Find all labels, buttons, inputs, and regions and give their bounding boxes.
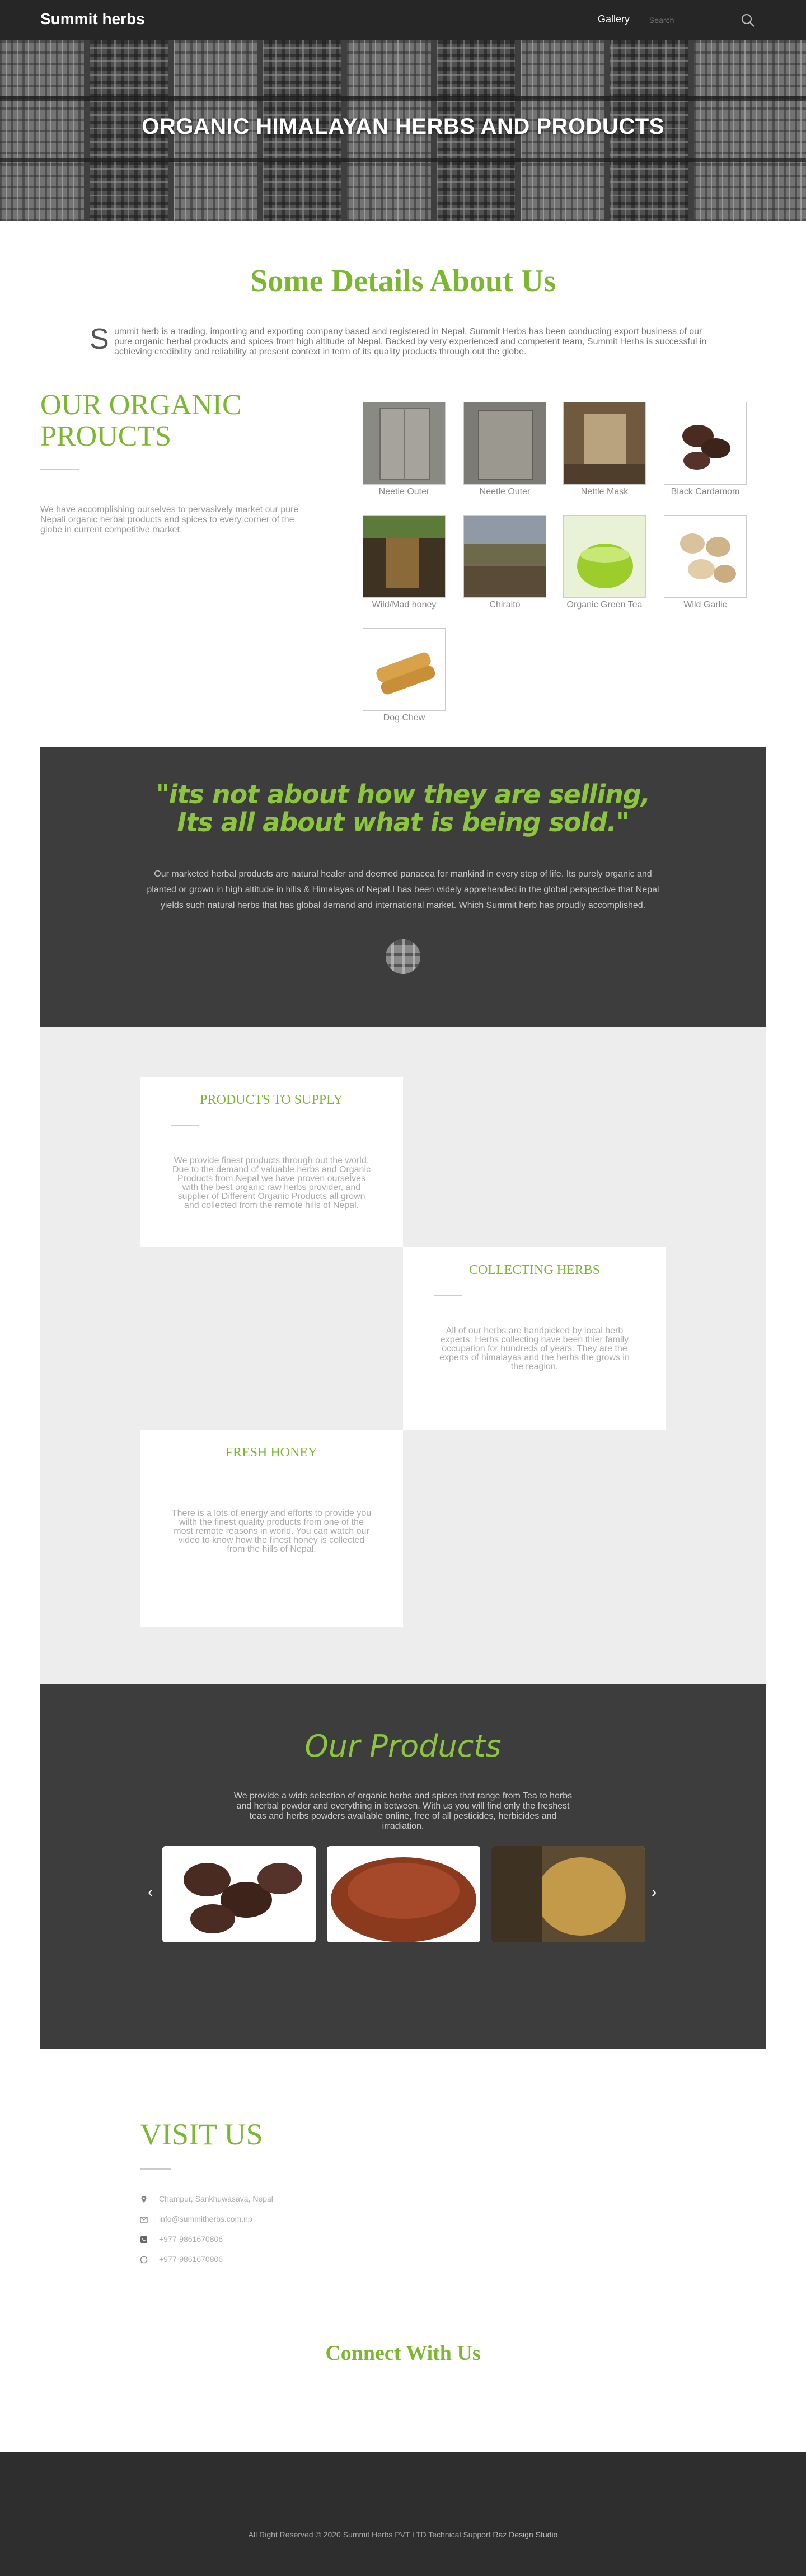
phone-icon <box>140 2236 147 2243</box>
about-text: ummit herb is a trading, importing and e… <box>114 327 707 357</box>
map-pin-icon <box>141 2196 147 2203</box>
product-tile[interactable]: Nettle Mask <box>563 402 646 497</box>
features-section: PRODUCTS TO SUPPLY We provide finest pro… <box>40 1027 766 1684</box>
contact-text: +977-9861670806 <box>159 2255 223 2264</box>
product-image <box>363 402 446 485</box>
carousel-slide[interactable] <box>491 1846 645 1942</box>
carousel-slide[interactable] <box>162 1846 316 1942</box>
footer-text: All Right Reserved © 2020 Summit Herbs P… <box>0 2530 806 2539</box>
product-image <box>664 515 747 598</box>
product-tile[interactable]: Chiraito <box>463 515 546 610</box>
product-tile[interactable]: Neetle Outer <box>463 402 546 497</box>
feature-title: COLLECTING HERBS <box>469 1263 600 1277</box>
product-label: Neetle Outer <box>479 487 531 497</box>
footer: All Right Reserved © 2020 Summit Herbs P… <box>0 2452 806 2576</box>
product-image <box>563 515 646 598</box>
our-products-section: Our Products We provide a wide selection… <box>40 1684 766 2049</box>
product-image <box>363 628 446 711</box>
product-image <box>563 402 646 485</box>
organic-products-text: We have accomplishing ourselves to perva… <box>40 505 299 535</box>
feature-card: PRODUCTS TO SUPPLY We provide finest pro… <box>140 1077 403 1247</box>
product-tile[interactable]: Wild Garlic <box>664 515 747 610</box>
quote-section: "its not about how they are selling, Its… <box>40 747 766 1027</box>
avatar <box>386 939 420 974</box>
product-label: Nettle Mask <box>580 487 629 497</box>
search-input[interactable] <box>649 12 722 28</box>
brand-logo[interactable]: Summit herbs <box>40 10 145 28</box>
organic-products-title: OUR ORGANIC PROUCTS <box>40 389 242 452</box>
contact-text: info@summitherbs.com.np <box>159 2214 252 2223</box>
feature-text: We provide finest products through out t… <box>172 1156 371 1210</box>
whatsapp-icon <box>140 2256 148 2264</box>
copyright-text: All Right Reserved © 2020 Summit Herbs P… <box>248 2530 493 2539</box>
hero-banner: ORGANIC HIMALAYAN HERBS AND PRODUCTS <box>0 40 806 221</box>
about-title: Some Details About Us <box>250 264 556 298</box>
product-label: Organic Green Tea <box>566 600 643 610</box>
carousel-slide[interactable] <box>327 1846 480 1942</box>
hero-title: ORGANIC HIMALAYAN HERBS AND PRODUCTS <box>142 114 664 139</box>
feature-title: FRESH HONEY <box>225 1445 318 1460</box>
product-image <box>463 402 546 485</box>
product-tile[interactable]: Wild/Mad honey <box>363 515 446 610</box>
quote-body: Our marketed herbal products are natural… <box>147 869 659 910</box>
divider <box>40 469 79 470</box>
contact-text: +977-9861670806 <box>159 2235 223 2244</box>
feature-card: FRESH HONEY There is a lots of energy an… <box>140 1430 403 1627</box>
feature-title: PRODUCTS TO SUPPLY <box>200 1093 343 1107</box>
designer-link[interactable]: Raz Design Studio <box>493 2530 557 2539</box>
product-label: Wild Garlic <box>683 600 727 610</box>
product-label: Wild/Mad honey <box>372 600 437 610</box>
our-products-title: Our Products <box>304 1729 502 1764</box>
search-icon[interactable] <box>740 12 756 28</box>
feature-text: There is a lots of energy and efforts to… <box>171 1509 372 1554</box>
feature-card: COLLECTING HERBS All of our herbs are ha… <box>403 1247 666 1430</box>
carousel-next-button[interactable]: › <box>652 1883 657 1901</box>
product-image <box>463 515 546 598</box>
nav-gallery-link[interactable]: Gallery <box>598 13 630 25</box>
divider <box>171 1125 199 1126</box>
feature-text: All of our herbs are handpicked by local… <box>439 1326 630 1371</box>
product-label: Neetle Outer <box>378 487 430 497</box>
product-label: Black Cardamom <box>671 487 740 497</box>
our-products-text: We provide a wide selection of organic h… <box>233 1791 573 1831</box>
product-tile[interactable]: Neetle Outer <box>363 402 446 497</box>
divider <box>434 1295 462 1296</box>
connect-title: Connect With Us <box>325 2341 481 2365</box>
mail-icon <box>140 2217 148 2223</box>
product-tile[interactable]: Dog Chew <box>363 628 446 723</box>
about-drop-cap: S <box>90 323 109 355</box>
divider <box>140 2168 171 2170</box>
contact-text: Champur, Sankhuwasava, Nepal <box>159 2194 273 2203</box>
product-image <box>664 402 747 485</box>
carousel-prev-button[interactable]: ‹ <box>148 1883 153 1901</box>
product-tile[interactable]: Black Cardamom <box>664 402 747 497</box>
product-tile[interactable]: Organic Green Tea <box>563 515 646 610</box>
visit-title: VISIT US <box>140 2118 263 2151</box>
quote-text: "its not about how they are selling, Its… <box>156 779 651 837</box>
product-label: Chiraito <box>489 600 521 610</box>
product-label: Dog Chew <box>383 713 425 723</box>
top-navbar: Summit herbs Gallery <box>0 0 806 40</box>
product-image <box>363 515 446 598</box>
